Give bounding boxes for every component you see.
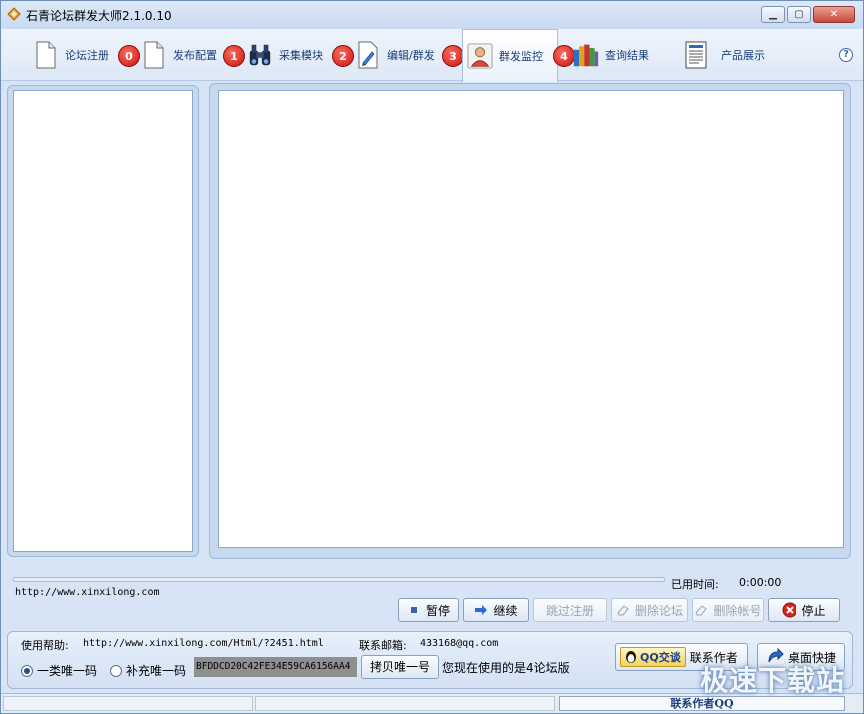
tab-collect-module[interactable]: 采集模块 bbox=[247, 29, 323, 81]
stop-label: 停止 bbox=[801, 603, 826, 618]
tab-label: 发布配置 bbox=[173, 49, 217, 62]
eraser-icon bbox=[616, 603, 630, 617]
stop-icon bbox=[782, 602, 797, 618]
radio-dot[interactable] bbox=[110, 664, 122, 677]
tab-query-results[interactable]: 查询结果 bbox=[573, 29, 649, 81]
blank-page-icon bbox=[141, 40, 167, 70]
stop-button[interactable]: 停止 bbox=[768, 598, 840, 622]
tab-forum-register[interactable]: 论坛注册 bbox=[33, 29, 109, 81]
tab-label: 产品展示 bbox=[721, 49, 765, 62]
edit-pen-icon bbox=[355, 40, 381, 70]
mail-label: 联系邮箱: bbox=[359, 639, 407, 652]
skip-register-label: 跳过注册 bbox=[545, 603, 594, 618]
close-button[interactable]: ✕ bbox=[813, 6, 855, 23]
minimize-button[interactable]: ▁ bbox=[761, 6, 785, 23]
tab-publish-config[interactable]: 发布配置 bbox=[141, 29, 217, 81]
qq-chip-label: QQ交谈 bbox=[640, 651, 681, 664]
tab-label: 论坛注册 bbox=[65, 49, 109, 62]
books-icon bbox=[573, 40, 599, 70]
user-monitor-icon bbox=[467, 41, 493, 71]
qq-chat-badge: QQ交谈 bbox=[620, 647, 686, 667]
radio-dot[interactable] bbox=[21, 664, 33, 677]
help-link[interactable]: http://www.xinxilong.com/Html/?2451.html bbox=[83, 638, 324, 649]
status-segment bbox=[255, 696, 555, 711]
tab-label: 查询结果 bbox=[605, 49, 649, 62]
delete-account-button[interactable]: 删除帐号 bbox=[692, 598, 764, 622]
resume-button[interactable]: 继续 bbox=[463, 598, 529, 622]
step-badge-2: 2 bbox=[332, 45, 354, 67]
help-label: 使用帮助: bbox=[21, 639, 69, 652]
radio-supplementary-code[interactable]: 补充唯一码 bbox=[110, 662, 186, 679]
status-url[interactable]: http://www.xinxilong.com bbox=[15, 587, 160, 598]
tab-edit-publish[interactable]: 编辑/群发 bbox=[355, 29, 435, 81]
forum-list[interactable] bbox=[13, 90, 193, 552]
radio-primary-label: 一类唯一码 bbox=[37, 664, 98, 678]
unique-code-field[interactable]: BFDDCD20C42FE34E59CA6156AA4 bbox=[194, 657, 357, 677]
version-note: 您现在使用的是4论坛版 bbox=[442, 661, 570, 675]
tab-product-showcase[interactable]: 产品展示 bbox=[683, 29, 765, 81]
title-bar: 石青论坛群发大师2.1.0.10 ▁ ▢ ✕ bbox=[1, 1, 863, 29]
arrow-right-icon bbox=[474, 603, 488, 617]
pause-button[interactable]: 暂停 bbox=[398, 598, 459, 622]
radio-primary-code[interactable]: 一类唯一码 bbox=[21, 662, 97, 679]
resume-label: 继续 bbox=[493, 603, 518, 618]
app-window: 石青论坛群发大师2.1.0.10 ▁ ▢ ✕ 论坛注册 0 发布配置 1 采集模 bbox=[0, 0, 864, 714]
skip-register-button[interactable]: 跳过注册 bbox=[533, 598, 607, 622]
author-qq-label: 联系作者QQ bbox=[559, 696, 845, 711]
status-segment bbox=[3, 696, 253, 711]
document-list-icon bbox=[683, 40, 709, 70]
elapsed-label: 已用时间: bbox=[671, 578, 719, 591]
monitor-log[interactable] bbox=[218, 90, 844, 548]
delete-forum-label: 删除论坛 bbox=[634, 603, 683, 618]
eraser-icon bbox=[694, 603, 708, 617]
step-badge-1: 1 bbox=[223, 45, 245, 67]
tab-publish-monitor[interactable]: 群发监控 bbox=[462, 29, 558, 82]
tab-label: 采集模块 bbox=[279, 49, 323, 62]
binoculars-icon bbox=[247, 40, 273, 70]
maximize-button[interactable]: ▢ bbox=[787, 6, 811, 23]
help-icon[interactable]: ? bbox=[839, 48, 853, 62]
mail-value: 433168@qq.com bbox=[420, 638, 499, 649]
main-toolbar: 论坛注册 0 发布配置 1 采集模块 2 编辑/群发 3 群发监控 4 查询结果… bbox=[1, 29, 863, 82]
shortcut-arrow-icon bbox=[766, 647, 784, 668]
step-badge-0: 0 bbox=[118, 45, 140, 67]
status-bar: 联系作者QQ bbox=[1, 693, 863, 713]
penguin-icon bbox=[626, 651, 636, 663]
pause-label: 暂停 bbox=[425, 603, 450, 618]
progress-bar bbox=[13, 577, 665, 582]
step-badge-3: 3 bbox=[442, 45, 464, 67]
window-controls: ▁ ▢ ✕ bbox=[761, 6, 855, 23]
elapsed-value: 0:00:00 bbox=[739, 576, 782, 589]
step-badge-4: 4 bbox=[553, 45, 575, 67]
delete-account-label: 删除帐号 bbox=[713, 603, 762, 618]
app-logo-icon bbox=[7, 7, 21, 21]
delete-forum-button[interactable]: 删除论坛 bbox=[611, 598, 688, 622]
monitor-log-panel bbox=[209, 83, 851, 559]
tab-label: 编辑/群发 bbox=[387, 49, 435, 62]
forum-list-panel bbox=[7, 85, 199, 557]
radio-secondary-label: 补充唯一码 bbox=[126, 664, 187, 678]
desktop-shortcut-button[interactable]: 桌面快捷 bbox=[757, 643, 845, 671]
blank-page-icon bbox=[33, 40, 59, 70]
window-title: 石青论坛群发大师2.1.0.10 bbox=[26, 9, 172, 23]
pause-icon bbox=[407, 603, 421, 617]
desktop-shortcut-label: 桌面快捷 bbox=[787, 650, 836, 665]
contact-author-button[interactable]: QQ交谈 联系作者 bbox=[615, 643, 748, 671]
tab-label: 群发监控 bbox=[499, 50, 543, 63]
copy-code-button[interactable]: 拷贝唯一号 bbox=[361, 655, 439, 679]
contact-author-label: 联系作者 bbox=[689, 650, 738, 665]
